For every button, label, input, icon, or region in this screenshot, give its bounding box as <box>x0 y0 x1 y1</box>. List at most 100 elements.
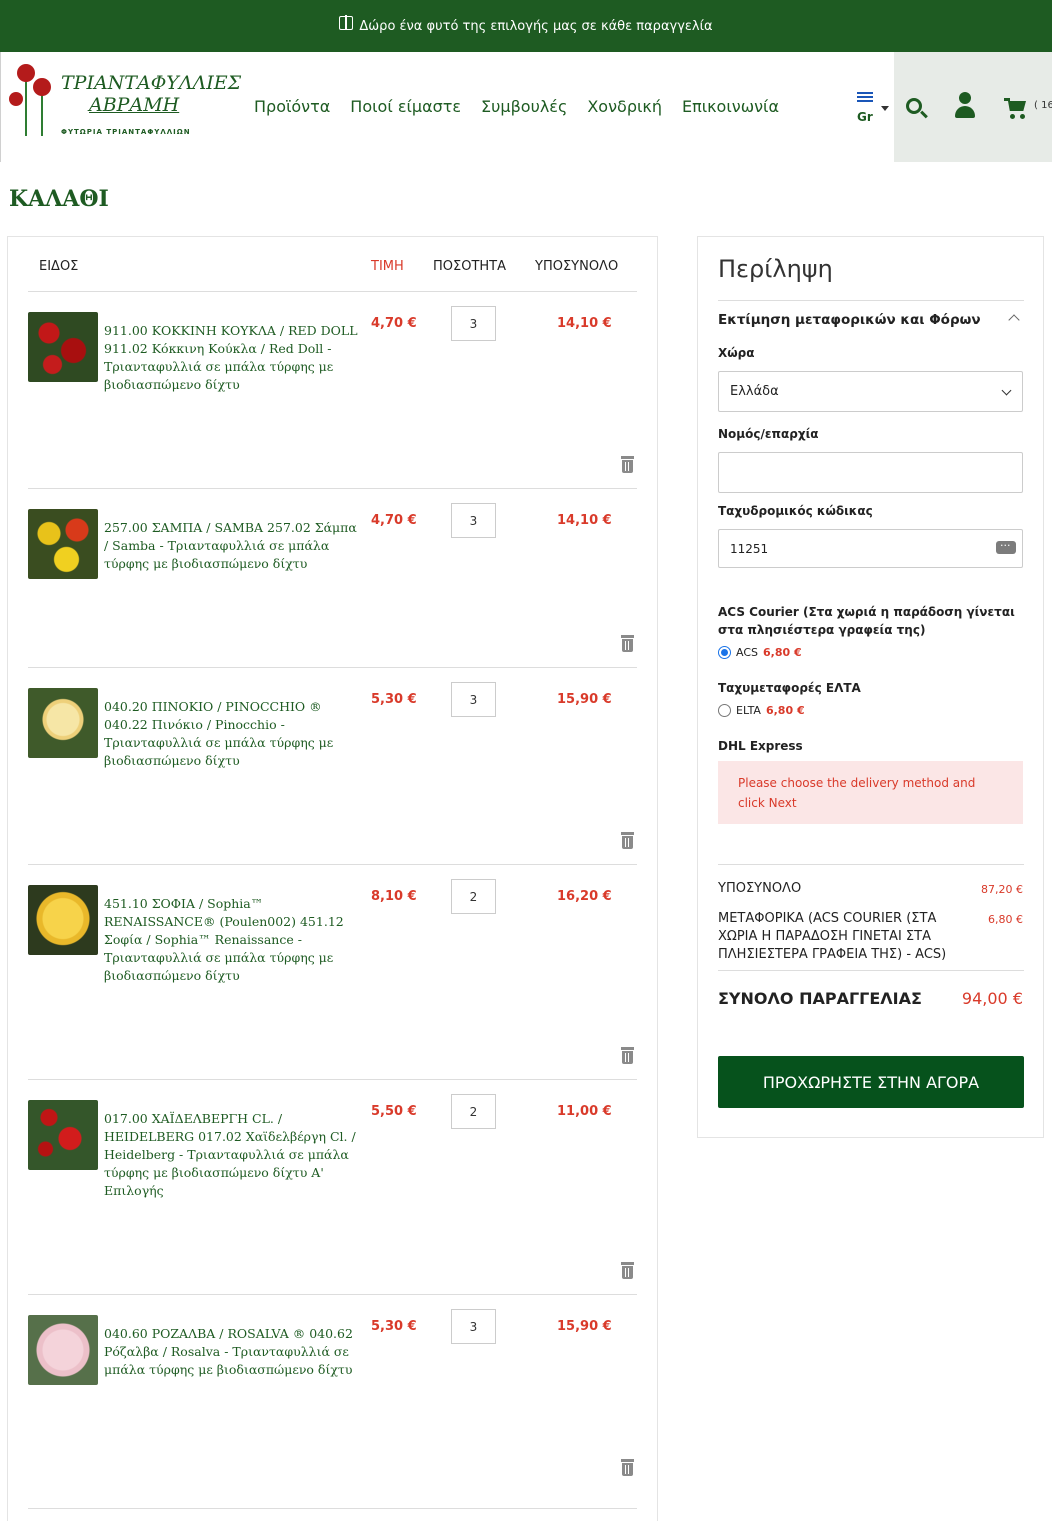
language-switcher[interactable]: Gr <box>857 92 893 125</box>
product-image[interactable] <box>28 509 98 579</box>
greek-flag-icon <box>857 92 873 103</box>
quantity-input[interactable]: 3 <box>451 306 496 341</box>
quantity-input[interactable]: 2 <box>451 1094 496 1129</box>
logo-line2: ΑΒΡΑΜΗ <box>89 94 180 116</box>
product-name[interactable]: 257.00 ΣΑΜΠΑ / SAMBA 257.02 Σάμπα / Samb… <box>104 519 359 573</box>
page-title: ΚΑΛΑΘΙ <box>9 186 109 212</box>
nav-wholesale[interactable]: Χονδρική <box>587 97 662 116</box>
region-input[interactable] <box>718 452 1023 493</box>
cart-row: 017.00 ΧΑΪΔΕΛΒΕΡΓΗ CL. / HEIDELBERG 017.… <box>28 1080 637 1295</box>
nav-tips[interactable]: Συμβουλές <box>481 97 567 116</box>
product-image[interactable] <box>28 1315 98 1385</box>
row-subtotal: 16,20 € <box>557 889 612 904</box>
trash-icon[interactable] <box>621 1047 634 1064</box>
quantity-input[interactable]: 2 <box>451 879 496 914</box>
product-image[interactable] <box>28 885 98 955</box>
country-select[interactable]: Ελλάδα <box>718 371 1023 412</box>
order-total-value: 94,00 € <box>961 989 1023 1008</box>
nav-about[interactable]: Ποιοί είμαστε <box>350 97 461 116</box>
rose-icon <box>17 64 35 82</box>
product-name[interactable]: 040.20 ΠΙΝΟΚΙΟ / PINOCCHIO ® 040.22 Πινό… <box>104 698 359 770</box>
unit-price: 8,10 € <box>371 889 417 904</box>
product-image[interactable] <box>28 688 98 758</box>
chevron-down-icon <box>1001 385 1012 396</box>
trash-icon[interactable] <box>621 635 634 652</box>
postcode-input[interactable]: 11251 <box>718 529 1023 568</box>
shipping-estimate-toggle[interactable]: Εκτίμηση μεταφορικών και Φόρων <box>718 312 981 328</box>
cart-count: ( 16 <box>1034 100 1052 111</box>
order-summary: Περίληψη Εκτίμηση μεταφορικών και Φόρων … <box>697 236 1044 1138</box>
cart-row: 040.60 ΡΟΖΑΛΒΑ / ROSALVA ® 040.62 Ρόζαλβ… <box>28 1295 637 1509</box>
divider <box>718 864 1024 865</box>
account-icon[interactable] <box>955 92 975 120</box>
elta-amount: 6,80 € <box>765 704 805 717</box>
shipping-label: ΜΕΤΑΦΟΡΙΚΑ (ACS COURIER (ΣΤΑ ΧΩΡΙΑ Η ΠΑΡ… <box>718 911 947 962</box>
trash-icon[interactable] <box>621 456 634 473</box>
cart-icon[interactable] <box>1004 98 1028 120</box>
trash-icon[interactable] <box>621 1459 634 1476</box>
quantity-input[interactable]: 3 <box>451 682 496 717</box>
quantity-input[interactable]: 3 <box>451 1309 496 1344</box>
caret-down-icon <box>881 106 889 115</box>
chevron-up-icon[interactable] <box>1008 314 1020 326</box>
radio-button[interactable] <box>718 704 731 717</box>
cart-row: 911.00 ΚΟΚΚΙΝΗ ΚΟΥΚΛΑ / RED DOLL 911.02 … <box>28 292 637 489</box>
row-subtotal: 15,90 € <box>557 692 612 707</box>
acs-amount: 6,80 € <box>763 646 802 659</box>
logo-line1: ΤΡΙΑΝΤΑΦΥΛΛΙΕΣ <box>61 72 242 94</box>
header-icon-bar: ( 16 <box>894 52 1052 162</box>
cart-table-header: ΕΙΔΟΣ ΤΙΜΗ ΠΟΣΟΤΗΤΑ ΥΠΟΣΥΝΟΛΟ <box>28 237 637 292</box>
search-icon[interactable] <box>906 98 922 114</box>
main-nav: Προϊόντα Ποιοί είμαστε Συμβουλές Χονδρικ… <box>254 97 779 116</box>
row-subtotal: 14,10 € <box>557 513 612 528</box>
product-image[interactable] <box>28 1100 98 1170</box>
subtotal-label: ΥΠΟΣΥΝΟΛΟ <box>718 881 802 896</box>
gift-icon <box>339 15 354 30</box>
header-qty: ΠΟΣΟΤΗΤΑ <box>433 259 507 274</box>
quantity-input[interactable]: 3 <box>451 503 496 538</box>
region-label: Νομός/επαρχία <box>718 427 819 441</box>
unit-price: 5,30 € <box>371 1319 417 1334</box>
trash-icon[interactable] <box>621 832 634 849</box>
elta-method-title: Ταχυμεταφορές ΕΛΤΑ <box>718 681 861 695</box>
row-subtotal: 11,00 € <box>557 1104 612 1119</box>
chat-icon[interactable] <box>996 536 1016 554</box>
logo-line3: ΦΥΤΩΡΙΑ ΤΡΙΑΝΤΑΦΥΛΛΙΩΝ <box>61 128 191 136</box>
row-subtotal: 15,90 € <box>557 1319 612 1334</box>
site-logo[interactable]: ΤΡΙΑΝΤΑΦΥΛΛΙΕΣ ΑΒΡΑΜΗ ΦΥΤΩΡΙΑ ΤΡΙΑΝΤΑΦΥΛ… <box>9 62 241 142</box>
divider <box>718 300 1024 301</box>
nav-contact[interactable]: Επικοινωνία <box>682 97 779 116</box>
acs-label: ACS <box>736 646 758 659</box>
elta-label: ELTA <box>736 704 761 717</box>
unit-price: 5,50 € <box>371 1104 417 1119</box>
acs-method-title: ACS Courier (Στα χωριά η παράδοση γίνετα… <box>718 605 1015 637</box>
row-subtotal: 14,10 € <box>557 316 612 331</box>
header-price: ΤΙΜΗ <box>371 259 404 274</box>
country-label: Χώρα <box>718 346 755 360</box>
unit-price: 5,30 € <box>371 692 417 707</box>
radio-button-checked[interactable] <box>718 646 731 659</box>
delivery-alert: Please choose the delivery method and cl… <box>718 761 1023 824</box>
product-name[interactable]: 911.00 ΚΟΚΚΙΝΗ ΚΟΥΚΛΑ / RED DOLL 911.02 … <box>104 322 359 394</box>
acs-option[interactable]: ACS 6,80 € <box>718 646 802 659</box>
header-subtotal: ΥΠΟΣΥΝΟΛΟ <box>535 259 619 274</box>
product-name[interactable]: 451.10 ΣΟΦΙΑ / Sophia™ RENAISSANCE® (Pou… <box>104 895 359 985</box>
trash-icon[interactable] <box>621 1262 634 1279</box>
postcode-value: 11251 <box>730 541 769 556</box>
country-value: Ελλάδα <box>730 384 779 399</box>
product-name[interactable]: 040.60 ΡΟΖΑΛΒΑ / ROSALVA ® 040.62 Ρόζαλβ… <box>104 1325 359 1379</box>
product-name[interactable]: 017.00 ΧΑΪΔΕΛΒΕΡΓΗ CL. / HEIDELBERG 017.… <box>104 1110 359 1200</box>
shipping-value: 6,80 € <box>988 913 1023 926</box>
product-image[interactable] <box>28 312 98 382</box>
promo-bar: Δώρο ένα φυτό της επιλογής μας σε κάθε π… <box>0 0 1052 52</box>
cart-panel: ΕΙΔΟΣ ΤΙΜΗ ΠΟΣΟΤΗΤΑ ΥΠΟΣΥΝΟΛΟ 911.00 ΚΟΚ… <box>7 236 658 1521</box>
cart-row: 040.20 ΠΙΝΟΚΙΟ / PINOCCHIO ® 040.22 Πινό… <box>28 668 637 865</box>
promo-text: Δώρο ένα φυτό της επιλογής μας σε κάθε π… <box>359 18 713 34</box>
site-header: ΤΡΙΑΝΤΑΦΥΛΛΙΕΣ ΑΒΡΑΜΗ ΦΥΤΩΡΙΑ ΤΡΙΑΝΤΑΦΥΛ… <box>0 52 1052 162</box>
divider <box>718 970 1024 971</box>
checkout-button[interactable]: ΠΡΟΧΩΡΗΣΤΕ ΣΤΗΝ ΑΓΟΡΑ <box>718 1056 1024 1108</box>
elta-option[interactable]: ELTA 6,80 € <box>718 704 805 717</box>
summary-title: Περίληψη <box>718 255 833 283</box>
nav-products[interactable]: Προϊόντα <box>254 97 330 116</box>
order-total-label: ΣΥΝΟΛΟ ΠΑΡΑΓΓΕΛΙΑΣ <box>718 989 922 1008</box>
